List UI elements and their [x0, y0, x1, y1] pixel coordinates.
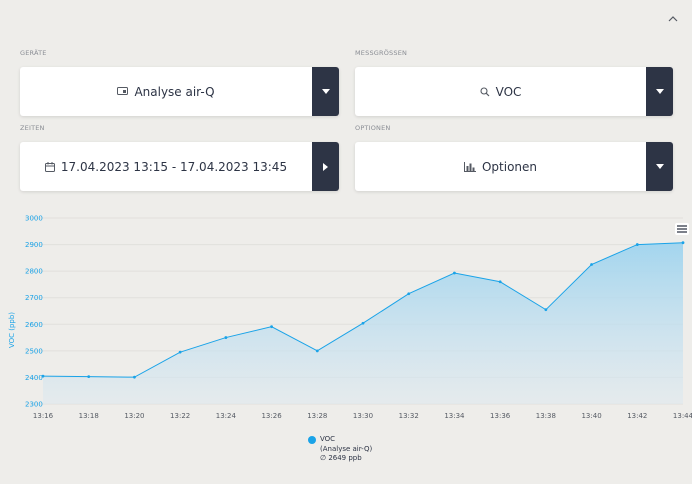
x-tick-label: 13:36 [490, 412, 511, 420]
x-tick-label: 13:16 [33, 412, 54, 420]
caret-down-icon [655, 89, 664, 94]
times-label: ZEITEN [20, 124, 45, 132]
metrics-label: MESSGRÖSSEN [355, 49, 408, 57]
device-icon [117, 87, 129, 95]
x-tick-label: 13:44 [673, 412, 692, 420]
y-axis-label: VOC (ppb) [8, 312, 16, 348]
voc-data-point[interactable] [315, 349, 319, 353]
caret-right-icon [323, 162, 328, 171]
voc-chart-svg: VOC (ppb) 3000 2900 2800 2700 2600 2500 2400 23… [8, 215, 692, 421]
options-dropdown-button[interactable] [646, 142, 673, 191]
x-tick-label: 13:40 [581, 412, 601, 420]
x-tick-label: 13:26 [261, 412, 282, 420]
y-tick-label: 3000 [25, 215, 43, 223]
voc-chart[interactable]: VOC (ppb) 3000 2900 2800 2700 2600 2500 2400 23… [0, 206, 692, 436]
times-select[interactable]: 17.04.2023 13:15 - 17.04.2023 13:45 [20, 142, 339, 191]
search-icon [480, 86, 490, 96]
collapse-button[interactable] [664, 10, 682, 28]
voc-data-point[interactable] [635, 243, 639, 246]
x-tick-label: 13:34 [444, 412, 465, 420]
x-tick-label: 13:18 [79, 412, 99, 420]
y-tick-label: 2300 [25, 401, 43, 409]
metrics-dropdown-button[interactable] [646, 67, 673, 116]
caret-down-icon [321, 89, 330, 94]
metrics-value: VOC [495, 84, 522, 99]
hamburger-menu-icon [677, 225, 687, 233]
devices-dropdown-button[interactable] [312, 67, 339, 116]
voc-data-point[interactable] [87, 375, 91, 379]
times-select-content: 17.04.2023 13:15 - 17.04.2023 13:45 [20, 142, 312, 191]
voc-data-point[interactable] [498, 280, 502, 284]
voc-data-point[interactable] [681, 241, 685, 245]
legend-marker [308, 436, 316, 444]
voc-data-point[interactable] [590, 263, 593, 266]
y-tick-label: 2700 [25, 294, 43, 302]
legend-series-name: VOC [320, 435, 336, 443]
times-next-button[interactable] [312, 142, 339, 191]
x-tick-label: 13:30 [353, 412, 373, 420]
metrics-select-content: VOC [355, 67, 646, 116]
x-tick-label: 13:20 [124, 412, 144, 420]
chart-menu-button[interactable] [675, 223, 689, 235]
x-tick-label: 13:38 [536, 412, 556, 420]
caret-down-icon [655, 164, 664, 169]
devices-value: Analyse air-Q [134, 84, 215, 99]
y-tick-label: 2600 [25, 321, 43, 329]
y-tick-label: 2400 [25, 374, 43, 382]
x-tick-label: 13:24 [216, 412, 237, 420]
devices-label: GERÄTE [20, 49, 47, 57]
chevron-up-icon [668, 16, 678, 22]
voc-data-point[interactable] [224, 336, 228, 339]
chart-legend-item[interactable]: VOC (Analyse air-Q) ∅ 2649 ppb [308, 435, 372, 464]
voc-data-point[interactable] [544, 308, 548, 312]
voc-data-point[interactable] [361, 321, 365, 325]
voc-data-point[interactable] [453, 271, 456, 275]
voc-data-point[interactable] [270, 325, 273, 329]
y-tick-label: 2500 [25, 347, 43, 355]
options-label: OPTIONEN [355, 124, 391, 132]
options-select-content: Optionen [355, 142, 646, 191]
legend-device: (Analyse air-Q) [320, 444, 373, 453]
x-tick-label: 13:28 [307, 412, 327, 420]
y-tick-label: 2800 [25, 268, 43, 276]
legend-average: ∅ 2649 ppb [320, 454, 362, 462]
x-tick-label: 13:22 [170, 412, 190, 420]
y-tick-label: 2900 [25, 241, 43, 249]
calendar-icon [44, 161, 55, 172]
devices-select-content: Analyse air-Q [20, 67, 312, 116]
options-select[interactable]: Optionen [355, 142, 673, 191]
x-tick-label: 13:32 [399, 412, 419, 420]
metrics-select[interactable]: VOC [355, 67, 673, 116]
voc-data-point[interactable] [133, 375, 136, 379]
options-value: Optionen [481, 159, 538, 174]
voc-data-point[interactable] [407, 292, 411, 296]
x-tick-label: 13:42 [627, 412, 647, 420]
times-value: 17.04.2023 13:15 - 17.04.2023 13:45 [60, 159, 288, 174]
devices-select[interactable]: Analyse air-Q [20, 67, 339, 116]
bar-chart-icon [463, 161, 476, 172]
voc-data-point[interactable] [178, 350, 182, 354]
